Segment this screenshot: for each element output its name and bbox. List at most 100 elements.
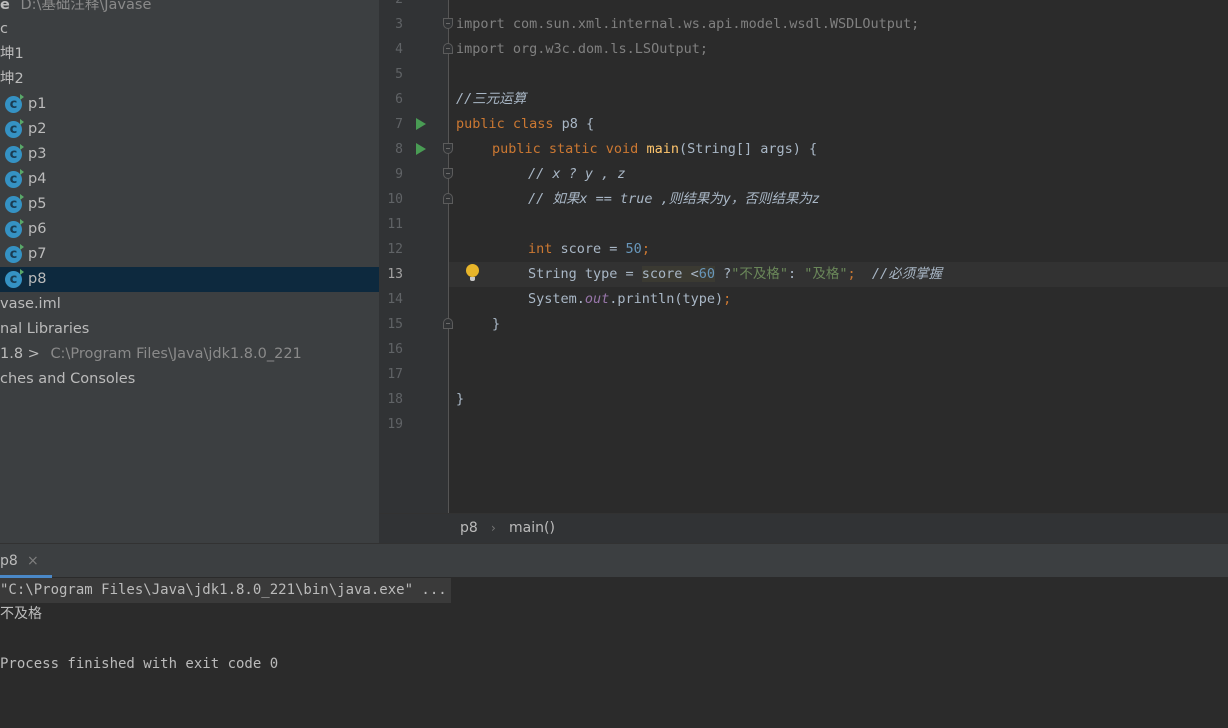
code-line-9: // x ? y , z [528,166,626,182]
code-text: ; [641,241,650,257]
code-text: System. [528,291,585,307]
close-icon[interactable]: × [27,544,39,578]
java-class-icon [5,217,24,242]
tree-class-p3[interactable]: p3 [0,142,379,167]
line-number: 9 [395,167,403,182]
java-class-icon [5,167,24,192]
code-line-8: public static void main(String[] args) { [492,137,817,162]
tree-class-label: p6 [28,221,47,237]
run-main-icon[interactable] [416,143,426,155]
java-class-icon [5,92,24,117]
java-class-icon [5,142,24,167]
run-tab-p8[interactable]: p8 × [0,544,52,578]
run-tab-label: p8 [0,553,18,569]
java-class-icon [5,192,24,217]
fold-end-icon[interactable] [443,193,453,204]
tree-class-label: p7 [28,246,47,262]
line-number: 2 [379,0,403,12]
line-number: 18 [387,392,403,407]
line-number: 14 [387,292,403,307]
line-number: 16 [387,342,403,357]
tree-class-p8-selected[interactable]: p8 [0,267,379,292]
tree-class-p5[interactable]: p5 [0,192,379,217]
run-console[interactable]: "C:\Program Files\Java\jdk1.8.0_221\bin\… [0,578,1228,728]
code-text: p8 { [553,116,595,132]
tree-iml-label: vase.iml [0,296,61,312]
method-name: main [646,141,679,157]
code-text: ? [714,266,732,282]
code-text: (String[] args) { [678,141,818,157]
code-line-10: // 如果x == true ,则结果为y，否则结果为z [528,191,821,207]
code-text: String type = [528,266,642,282]
gutter-divider [448,0,449,513]
tree-class-label: p3 [28,146,47,162]
tree-class-p6[interactable]: p6 [0,217,379,242]
tree-class-label: p8 [28,271,47,287]
breadcrumb-separator: › [491,521,496,535]
fold-method-icon[interactable] [443,143,453,154]
line-number: 5 [395,67,403,82]
line-number: 15 [387,317,403,332]
tree-root-path: D:\基础注释\Javase [20,0,152,13]
breadcrumb-class[interactable]: p8 [460,514,478,543]
line-number: 19 [387,417,403,432]
line-number: 17 [387,367,403,382]
keyword: int [528,241,553,257]
tree-class-label: p5 [28,196,47,212]
code-line-14: System.out.println(type); [528,287,731,312]
code-line-6: //三元运算 [456,91,527,107]
tree-folder-1[interactable]: 坤1 [0,42,379,67]
code-comment: //必须掌握 [855,266,943,282]
fold-comment-icon[interactable] [443,168,453,179]
code-line-12: int score = 50; [528,237,650,262]
tree-root-name: e [0,0,10,13]
line-number: 10 [387,192,403,207]
tree-class-p7[interactable]: p7 [0,242,379,267]
tree-root-module[interactable]: e D:\基础注释\Javase [0,0,379,18]
static-field: out [584,291,610,307]
tree-folder-label: 坤1 [0,46,24,62]
code-line-4: import org.w3c.dom.ls.LSOutput; [456,41,708,57]
tree-jdk[interactable]: 1.8 > C:\Program Files\Java\jdk1.8.0_221 [0,342,379,367]
tree-class-label: p4 [28,171,47,187]
tree-scratches[interactable]: ches and Consoles [0,367,379,392]
keyword: public static void [492,141,639,157]
project-tree-panel: e D:\基础注释\Javase c 坤1 坤2 p1 p2 p3 p4 p5 … [0,0,379,543]
fold-end-icon[interactable] [443,43,453,54]
code-line-13: String type = score <60 ?"不及格": "及格"; //… [528,262,942,287]
code-text: score < [641,266,699,282]
line-number: 4 [395,42,403,57]
string-literal: "不及格" [731,266,788,282]
highlighted-expression: score <60 [641,266,715,282]
intention-bulb-icon[interactable] [466,264,479,281]
tree-folder-c[interactable]: c [0,17,379,42]
fold-end-icon[interactable] [443,318,453,329]
line-number: 8 [395,142,403,157]
editor-breadcrumb: p8 › main() [379,513,1228,543]
code-editor[interactable]: 2 3 4 5 6 7 8 9 10 11 12 13 14 15 16 17 … [379,0,1228,513]
code-text: .println(type) [609,291,724,307]
run-class-icon[interactable] [416,118,426,130]
tree-jdk-label: 1.8 > [0,346,40,362]
java-class-icon [5,267,24,292]
number-literal: 50 [625,241,642,257]
line-number: 11 [387,217,403,232]
line-number: 6 [395,92,403,107]
console-output: 不及格 [0,606,42,622]
tree-class-p1[interactable]: p1 [0,92,379,117]
code-line-15: } [492,316,501,332]
tree-iml-file[interactable]: vase.iml [0,292,379,317]
tree-folder-2[interactable]: 坤2 [0,67,379,92]
code-text: ; [847,266,856,282]
tree-class-p4[interactable]: p4 [0,167,379,192]
console-command[interactable]: "C:\Program Files\Java\jdk1.8.0_221\bin\… [0,578,451,603]
code-line-3: import com.sun.xml.internal.ws.api.model… [456,16,920,32]
code-text: : [788,266,805,282]
tree-external-libraries[interactable]: nal Libraries [0,317,379,342]
fold-imports-icon[interactable] [443,18,453,29]
breadcrumb-method[interactable]: main() [509,514,555,543]
tree-class-p2[interactable]: p2 [0,117,379,142]
tree-scratches-label: ches and Consoles [0,371,136,387]
code-text: ; [723,291,732,307]
code-line-7: public class p8 { [456,112,594,137]
